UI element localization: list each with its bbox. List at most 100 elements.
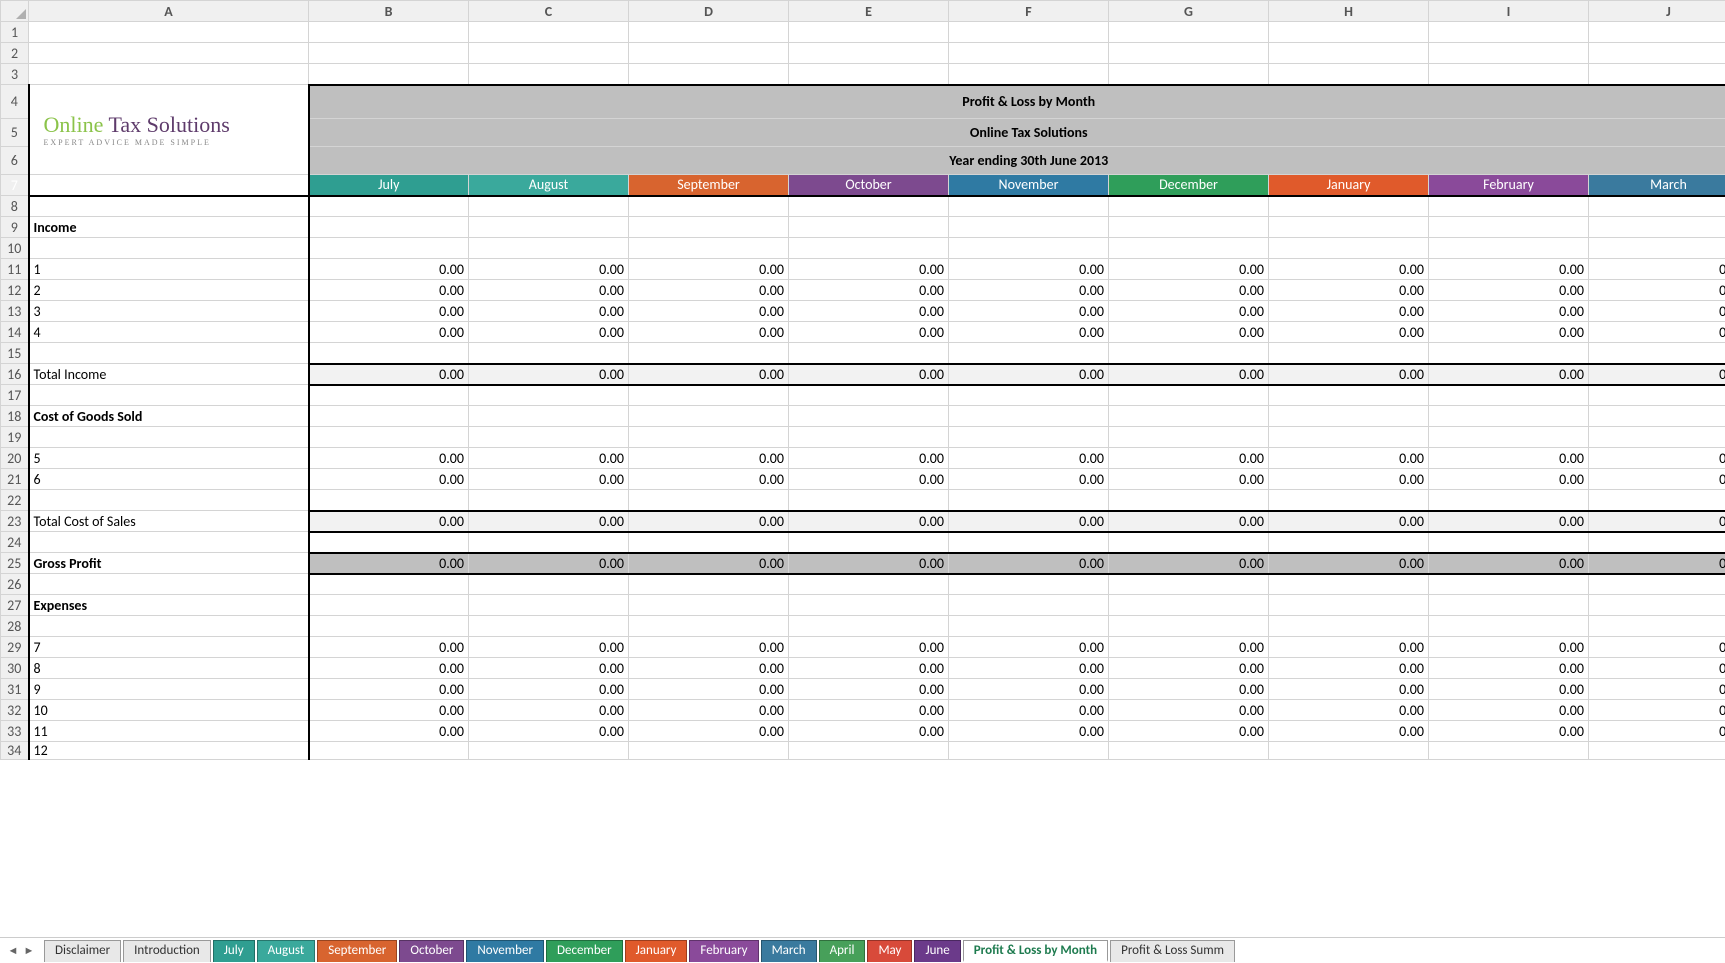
cell-value[interactable]: 0.00 (949, 658, 1109, 679)
cell[interactable] (1589, 406, 1725, 427)
cell[interactable] (949, 574, 1109, 595)
cell-A7[interactable] (29, 175, 309, 196)
cell[interactable] (1109, 406, 1269, 427)
cell[interactable] (1429, 490, 1589, 511)
cell-value[interactable]: 0.00 (949, 679, 1109, 700)
cell-value[interactable]: 0.00 (789, 322, 949, 343)
cell[interactable] (629, 22, 789, 43)
cell-value[interactable]: 0.00 (1269, 469, 1429, 490)
gross-profit-value[interactable]: 0.00 (469, 553, 629, 574)
sheet-tab-december[interactable]: December (546, 940, 623, 962)
cell[interactable] (1109, 490, 1269, 511)
cell[interactable] (789, 595, 949, 616)
cell[interactable] (1269, 22, 1429, 43)
sheet-tab-april[interactable]: April (819, 940, 866, 962)
cell-value[interactable] (1109, 742, 1269, 760)
cell-value[interactable]: 0.00 (1269, 658, 1429, 679)
cell-value[interactable]: 0.00 (1269, 637, 1429, 658)
cell[interactable] (1269, 238, 1429, 259)
cell-value[interactable]: 0.00 (1589, 280, 1725, 301)
cell-value[interactable]: 0.00 (1429, 259, 1589, 280)
cell-value[interactable] (1269, 742, 1429, 760)
row-label[interactable]: 8 (29, 658, 309, 679)
row-header-17[interactable]: 17 (1, 385, 29, 406)
cell[interactable] (1109, 196, 1269, 217)
cell[interactable] (309, 43, 469, 64)
total-income-value[interactable]: 0.00 (789, 364, 949, 385)
cell-A26[interactable] (29, 574, 309, 595)
cell-value[interactable]: 0.00 (309, 700, 469, 721)
cell[interactable] (469, 574, 629, 595)
col-header-B[interactable]: B (309, 1, 469, 22)
cell[interactable] (1109, 616, 1269, 637)
cell-value[interactable]: 0.00 (309, 259, 469, 280)
month-header-february[interactable]: February (1429, 175, 1589, 196)
row-label[interactable]: 10 (29, 700, 309, 721)
row-header-26[interactable]: 26 (1, 574, 29, 595)
row-label[interactable]: 9 (29, 679, 309, 700)
cell-value[interactable]: 0.00 (1269, 700, 1429, 721)
cell-A17[interactable] (29, 385, 309, 406)
section-header-expenses[interactable]: Expenses (29, 595, 309, 616)
cell[interactable] (629, 490, 789, 511)
sheet-tab-profit-loss-summ[interactable]: Profit & Loss Summ (1110, 940, 1235, 962)
cell-value[interactable]: 0.00 (789, 700, 949, 721)
cell-value[interactable]: 0.00 (309, 469, 469, 490)
cell-value[interactable]: 0.00 (949, 637, 1109, 658)
cell[interactable] (789, 532, 949, 553)
row-header-16[interactable]: 16 (1, 364, 29, 385)
cell-value[interactable]: 0.00 (789, 637, 949, 658)
total-cogs-value[interactable]: 0.00 (629, 511, 789, 532)
cell[interactable] (629, 616, 789, 637)
cell-value[interactable]: 0.00 (1589, 322, 1725, 343)
cell-value[interactable]: 0.00 (1109, 658, 1269, 679)
cell-value[interactable] (1429, 742, 1589, 760)
cell[interactable] (1269, 217, 1429, 238)
section-header-income[interactable]: Income (29, 217, 309, 238)
cell-A10[interactable] (29, 238, 309, 259)
cell-value[interactable]: 0.00 (469, 469, 629, 490)
total-income-value[interactable]: 0.00 (1269, 364, 1429, 385)
cell-value[interactable]: 0.00 (1589, 637, 1725, 658)
month-header-november[interactable]: November (949, 175, 1109, 196)
cell[interactable] (1589, 343, 1725, 364)
cell[interactable] (1589, 595, 1725, 616)
sheet-tab-introduction[interactable]: Introduction (123, 940, 211, 962)
cell-value[interactable]: 0.00 (1109, 700, 1269, 721)
cell-A15[interactable] (29, 343, 309, 364)
sheet-tab-profit-loss-by-month[interactable]: Profit & Loss by Month (963, 940, 1108, 962)
cell[interactable] (1269, 490, 1429, 511)
cell[interactable] (629, 343, 789, 364)
cell-value[interactable]: 0.00 (1109, 469, 1269, 490)
row-header-31[interactable]: 31 (1, 679, 29, 700)
gross-profit-value[interactable]: 0.00 (309, 553, 469, 574)
cell[interactable] (629, 238, 789, 259)
total-income-value[interactable]: 0.00 (629, 364, 789, 385)
row-header-29[interactable]: 29 (1, 637, 29, 658)
row-label[interactable]: 12 (29, 742, 309, 760)
total-cogs-value[interactable]: 0.00 (1429, 511, 1589, 532)
cell-value[interactable]: 0.00 (309, 637, 469, 658)
sheet-tab-may[interactable]: May (867, 940, 912, 962)
total-cogs-value[interactable]: 0.00 (1589, 511, 1725, 532)
col-header-C[interactable]: C (469, 1, 629, 22)
col-header-G[interactable]: G (1109, 1, 1269, 22)
cell[interactable] (1429, 238, 1589, 259)
cell[interactable] (789, 217, 949, 238)
cell[interactable] (1429, 427, 1589, 448)
cell-value[interactable]: 0.00 (1109, 280, 1269, 301)
row-header-27[interactable]: 27 (1, 595, 29, 616)
row-header-23[interactable]: 23 (1, 511, 29, 532)
cell-value[interactable]: 0.00 (309, 721, 469, 742)
cell[interactable] (1109, 43, 1269, 64)
row-label[interactable]: 3 (29, 301, 309, 322)
cell[interactable] (1269, 406, 1429, 427)
row-header-8[interactable]: 8 (1, 196, 29, 217)
tab-nav-prev-icon[interactable]: ◄ (6, 944, 20, 958)
cell-value[interactable] (1589, 742, 1725, 760)
row-label[interactable]: 7 (29, 637, 309, 658)
row-label[interactable]: 6 (29, 469, 309, 490)
month-header-september[interactable]: September (629, 175, 789, 196)
cell-value[interactable]: 0.00 (309, 280, 469, 301)
row-label[interactable]: 2 (29, 280, 309, 301)
